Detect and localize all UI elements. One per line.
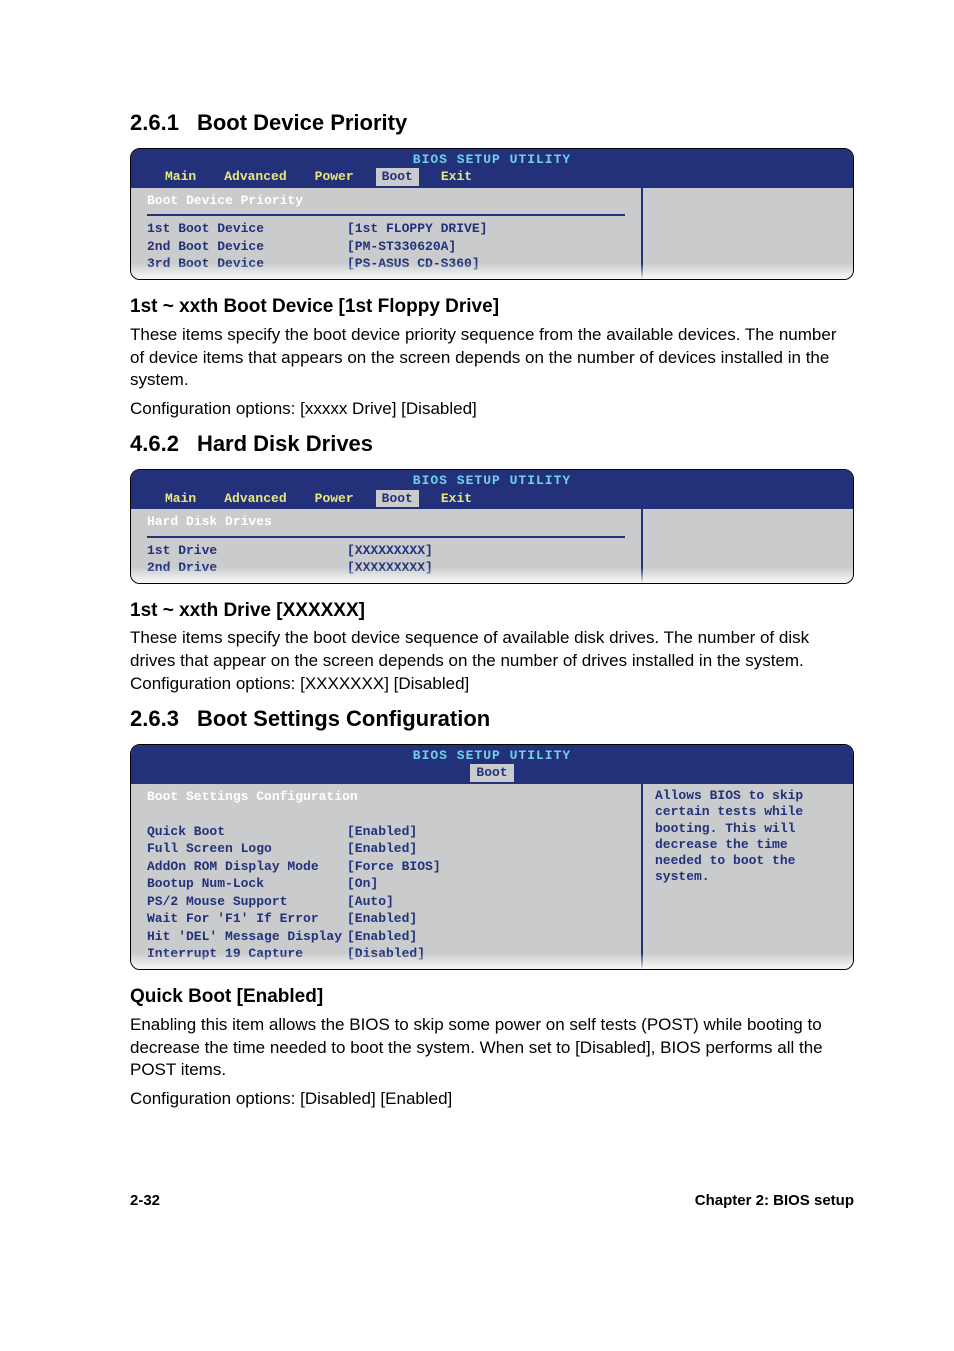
bios-section-label: Hard Disk Drives bbox=[147, 513, 625, 534]
bios-section-label: Boot Device Priority bbox=[147, 192, 625, 213]
bios-tab-advanced: Advanced bbox=[210, 490, 300, 508]
chapter-label: Chapter 2: BIOS setup bbox=[695, 1191, 854, 1211]
bios-row: 3rd Boot Device[PS-ASUS CD-S360] bbox=[147, 255, 625, 273]
spacer bbox=[147, 811, 625, 823]
bios-value: [PS-ASUS CD-S360] bbox=[347, 255, 625, 273]
bios-value: [1st FLOPPY DRIVE] bbox=[347, 220, 625, 238]
bios-header: BIOS SETUP UTILITY Boot bbox=[131, 745, 853, 784]
bios-body: Boot Settings Configuration Quick Boot[E… bbox=[131, 784, 853, 969]
bios-key: 1st Drive bbox=[147, 542, 347, 560]
bios-header: BIOS SETUP UTILITY Main Advanced Power B… bbox=[131, 470, 853, 509]
bios-row: 1st Drive[XXXXXXXXX] bbox=[147, 542, 625, 560]
section-heading-462: 4.6.2 Hard Disk Drives bbox=[130, 429, 854, 459]
bios-value: [Force BIOS] bbox=[347, 858, 625, 876]
bios-value: [Enabled] bbox=[347, 910, 625, 928]
option-heading-boot-device: 1st ~ xxth Boot Device [1st Floppy Drive… bbox=[130, 294, 854, 320]
bios-key: 1st Boot Device bbox=[147, 220, 347, 238]
bios-tab-boot: Boot bbox=[376, 490, 419, 508]
bios-tabs: Main Advanced Power Boot Exit bbox=[131, 168, 853, 188]
section-title-text: Boot Device Priority bbox=[197, 110, 407, 135]
page-footer: 2-32 Chapter 2: BIOS setup bbox=[130, 1191, 854, 1211]
bios-screenshot-boot-settings: BIOS SETUP UTILITY Boot Boot Settings Co… bbox=[130, 744, 854, 970]
bios-value: [XXXXXXXXX] bbox=[347, 542, 625, 560]
bios-row: Full Screen Logo[Enabled] bbox=[147, 840, 625, 858]
bios-title: BIOS SETUP UTILITY bbox=[131, 472, 853, 490]
bios-key: 2nd Boot Device bbox=[147, 238, 347, 256]
bios-row: Quick Boot[Enabled] bbox=[147, 823, 625, 841]
bios-tab-boot: Boot bbox=[376, 168, 419, 186]
bios-help-pane: Allows BIOS to skip certain tests while … bbox=[643, 784, 853, 969]
bios-screenshot-hard-disk: BIOS SETUP UTILITY Main Advanced Power B… bbox=[130, 469, 854, 584]
section-number: 2.6.1 bbox=[130, 110, 179, 135]
bios-tab-advanced: Advanced bbox=[210, 168, 300, 186]
bios-tab-power: Power bbox=[301, 490, 368, 508]
section-heading-263: 2.6.3 Boot Settings Configuration bbox=[130, 704, 854, 734]
section-heading-261: 2.6.1 Boot Device Priority bbox=[130, 108, 854, 138]
bios-value: [On] bbox=[347, 875, 625, 893]
bios-row: PS/2 Mouse Support[Auto] bbox=[147, 893, 625, 911]
bios-key: Full Screen Logo bbox=[147, 840, 347, 858]
bios-left-pane: Boot Device Priority 1st Boot Device[1st… bbox=[131, 188, 643, 279]
bios-body: Hard Disk Drives 1st Drive[XXXXXXXXX] 2n… bbox=[131, 509, 853, 583]
bios-tab-main: Main bbox=[151, 168, 210, 186]
bios-divider bbox=[147, 536, 625, 538]
bios-tab-exit: Exit bbox=[427, 168, 486, 186]
bios-row: Bootup Num-Lock[On] bbox=[147, 875, 625, 893]
bios-body: Boot Device Priority 1st Boot Device[1st… bbox=[131, 188, 853, 279]
bios-tabs: Main Advanced Power Boot Exit bbox=[131, 490, 853, 510]
bios-value: [Auto] bbox=[347, 893, 625, 911]
bios-value: [Enabled] bbox=[347, 928, 625, 946]
section-number: 2.6.3 bbox=[130, 706, 179, 731]
body-paragraph: These items specify the boot device prio… bbox=[130, 324, 854, 393]
bios-row: Wait For 'F1' If Error[Enabled] bbox=[147, 910, 625, 928]
section-title-text: Boot Settings Configuration bbox=[197, 706, 490, 731]
bios-screenshot-boot-priority: BIOS SETUP UTILITY Main Advanced Power B… bbox=[130, 148, 854, 280]
bios-header: BIOS SETUP UTILITY Main Advanced Power B… bbox=[131, 149, 853, 188]
body-paragraph: Enabling this item allows the BIOS to sk… bbox=[130, 1014, 854, 1083]
bios-divider bbox=[147, 214, 625, 216]
bios-key: 3rd Boot Device bbox=[147, 255, 347, 273]
bios-key: AddOn ROM Display Mode bbox=[147, 858, 347, 876]
bios-value: [Disabled] bbox=[347, 945, 625, 963]
bios-row: Hit 'DEL' Message Display[Enabled] bbox=[147, 928, 625, 946]
bios-right-pane bbox=[643, 188, 853, 279]
bios-row: 1st Boot Device[1st FLOPPY DRIVE] bbox=[147, 220, 625, 238]
bios-tab-power: Power bbox=[301, 168, 368, 186]
bios-value: [PM-ST330620A] bbox=[347, 238, 625, 256]
page-number: 2-32 bbox=[130, 1191, 160, 1211]
bios-title: BIOS SETUP UTILITY bbox=[131, 151, 853, 169]
bios-row: Interrupt 19 Capture[Disabled] bbox=[147, 945, 625, 963]
bios-key: Hit 'DEL' Message Display bbox=[147, 928, 347, 946]
bios-key: Interrupt 19 Capture bbox=[147, 945, 347, 963]
bios-key: PS/2 Mouse Support bbox=[147, 893, 347, 911]
bios-title: BIOS SETUP UTILITY bbox=[131, 747, 853, 765]
bios-tab-main: Main bbox=[151, 490, 210, 508]
body-paragraph: Configuration options: [Disabled] [Enabl… bbox=[130, 1088, 854, 1111]
bios-section-label: Boot Settings Configuration bbox=[147, 788, 625, 809]
option-heading-quick-boot: Quick Boot [Enabled] bbox=[130, 984, 854, 1010]
bios-row: 2nd Drive[XXXXXXXXX] bbox=[147, 559, 625, 577]
bios-key: Quick Boot bbox=[147, 823, 347, 841]
bios-right-pane bbox=[643, 509, 853, 583]
bios-row: AddOn ROM Display Mode[Force BIOS] bbox=[147, 858, 625, 876]
bios-key: 2nd Drive bbox=[147, 559, 347, 577]
body-paragraph: These items specify the boot device sequ… bbox=[130, 627, 854, 696]
bios-left-pane: Hard Disk Drives 1st Drive[XXXXXXXXX] 2n… bbox=[131, 509, 643, 583]
bios-key: Wait For 'F1' If Error bbox=[147, 910, 347, 928]
option-heading-drive: 1st ~ xxth Drive [XXXXXX] bbox=[130, 598, 854, 624]
bios-tab-exit: Exit bbox=[427, 490, 486, 508]
bios-row: 2nd Boot Device[PM-ST330620A] bbox=[147, 238, 625, 256]
section-number: 4.6.2 bbox=[130, 431, 179, 456]
bios-value: [Enabled] bbox=[347, 823, 625, 841]
bios-key: Bootup Num-Lock bbox=[147, 875, 347, 893]
bios-tabs: Boot bbox=[131, 764, 853, 784]
bios-tab-boot: Boot bbox=[470, 764, 513, 782]
body-paragraph: Configuration options: [xxxxx Drive] [Di… bbox=[130, 398, 854, 421]
bios-value: [Enabled] bbox=[347, 840, 625, 858]
bios-value: [XXXXXXXXX] bbox=[347, 559, 625, 577]
section-title-text: Hard Disk Drives bbox=[197, 431, 373, 456]
bios-left-pane: Boot Settings Configuration Quick Boot[E… bbox=[131, 784, 643, 969]
